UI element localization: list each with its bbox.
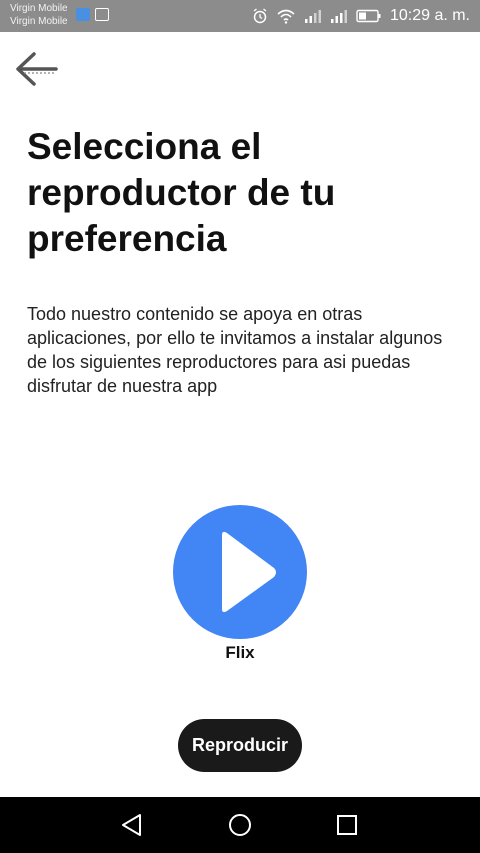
clock-time: 10:29 a. m.: [389, 7, 470, 24]
carrier-name-2: Virgin Mobile: [10, 16, 68, 27]
battery-icon: [356, 9, 381, 23]
nav-home-button[interactable]: [226, 811, 254, 839]
alarm-icon: [253, 8, 267, 24]
nav-back-button[interactable]: [118, 811, 146, 839]
carrier-name-1: Virgin Mobile: [10, 3, 68, 14]
play-icon: [222, 531, 276, 613]
page-title: Selecciona el reproductor de tu preferen…: [27, 126, 336, 259]
reproducir-button[interactable]: Reproducir: [178, 719, 302, 772]
page-description: Todo nuestro contenido se apoya en otras…: [27, 304, 443, 396]
status-bar: Virgin Mobile Virgin Mobile 10:29 a. m.: [0, 0, 480, 32]
signal-icon: [330, 10, 347, 23]
arrow-left-icon: [16, 52, 58, 86]
nav-recents-button[interactable]: [333, 811, 361, 839]
notification-icon: [76, 8, 90, 21]
player-option-flix[interactable]: Flix: [170, 505, 310, 665]
back-button[interactable]: [14, 50, 58, 90]
signal-icon: [304, 10, 321, 23]
recents-square-icon: [337, 815, 357, 835]
player-logo: [173, 505, 307, 639]
wifi-icon: [277, 9, 295, 24]
navigation-bar: [0, 797, 480, 853]
home-circle-icon: [229, 814, 251, 836]
gallery-icon: [95, 8, 109, 21]
back-triangle-icon: [122, 814, 141, 836]
player-name: Flix: [225, 643, 255, 662]
status-icons: 10:29 a. m.: [252, 0, 470, 32]
